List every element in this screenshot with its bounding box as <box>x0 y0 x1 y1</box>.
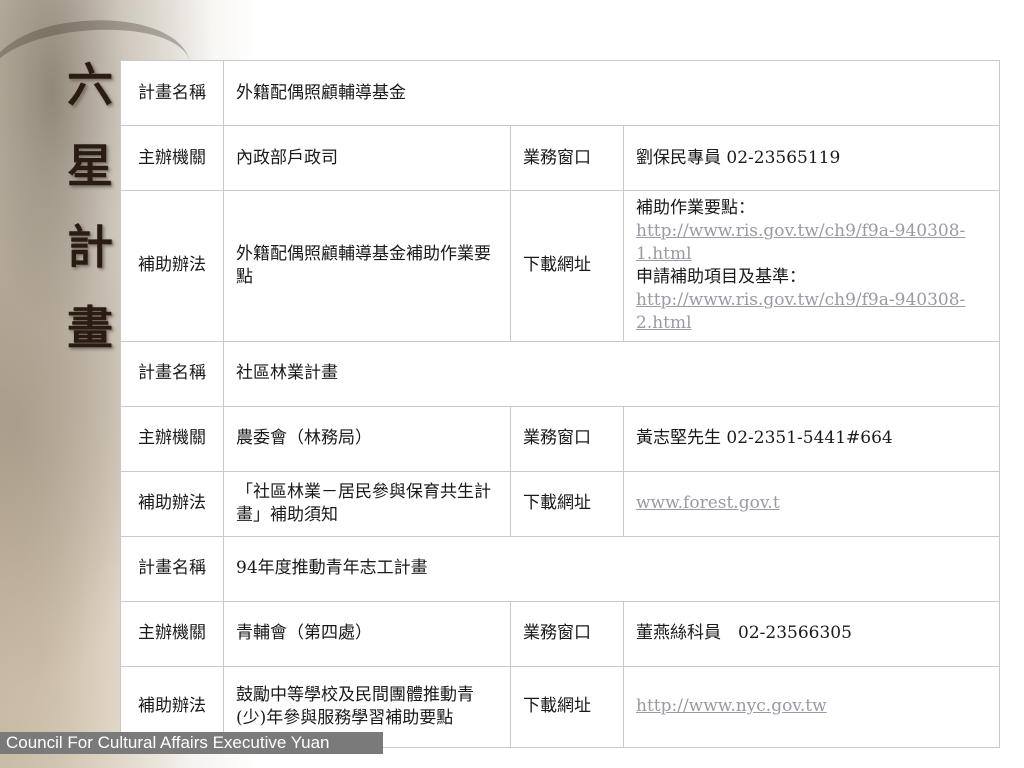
download-url: www.forest.gov.t <box>623 470 1000 537</box>
download-url: http://www.nyc.gov.tw <box>623 665 1000 748</box>
contact-window-label: 業務窗口 <box>510 125 624 191</box>
download-link[interactable]: http://www.ris.gov.tw/ch9/f9a-940308-2.h… <box>636 290 965 333</box>
title-char: 畫 <box>67 301 113 355</box>
download-url-label: 下載網址 <box>510 665 624 748</box>
download-link[interactable]: www.forest.gov.t <box>636 493 780 513</box>
title-char: 星 <box>67 139 113 193</box>
download-heading: 申請補助項目及基準： <box>636 266 806 287</box>
table-row: 補助辦法 外籍配偶照顧輔導基金補助作業要點 下載網址 補助作業要點： http:… <box>120 190 1000 342</box>
plan-name: 外籍配偶照顧輔導基金 <box>223 60 1000 126</box>
download-link[interactable]: http://www.ris.gov.tw/ch9/f9a-940308-1.h… <box>636 221 965 264</box>
vertical-title: 六 星 計 畫 <box>60 62 120 386</box>
subsidy-method-label: 補助辦法 <box>120 190 224 342</box>
subsidy-method-label: 補助辦法 <box>120 470 224 537</box>
download-url-label: 下載網址 <box>510 190 624 342</box>
organizer-label: 主辦機關 <box>120 405 224 472</box>
download-url-label: 下載網址 <box>510 470 624 537</box>
download-link[interactable]: http://www.nyc.gov.tw <box>636 696 827 716</box>
plan-name: 94年度推動青年志工計畫 <box>223 535 1000 602</box>
subsidy-method: 外籍配偶照顧輔導基金補助作業要點 <box>223 190 511 342</box>
organizer: 青輔會（第四處） <box>223 600 511 667</box>
plan-name-label: 計畫名稱 <box>120 535 224 602</box>
organizer: 內政部戶政司 <box>223 125 511 191</box>
download-heading: 補助作業要點： <box>636 198 755 218</box>
contact-window: 董燕絲科員 02-23566305 <box>623 600 1000 667</box>
table-row: 主辦機關 農委會（林務局） 業務窗口 黃志堅先生 02-2351-5441#66… <box>120 405 1000 472</box>
download-url: 補助作業要點： http://www.ris.gov.tw/ch9/f9a-94… <box>623 190 1000 342</box>
table-row: 計畫名稱 社區林業計畫 <box>120 340 1000 407</box>
organizer-label: 主辦機關 <box>120 125 224 191</box>
table-row: 補助辦法 「社區林業－居民參與保育共生計畫」補助須知 下載網址 www.fore… <box>120 470 1000 537</box>
contact-window: 劉保民專員 02-23565119 <box>623 125 1000 191</box>
plan-name-label: 計畫名稱 <box>120 340 224 407</box>
plan-name: 社區林業計畫 <box>223 340 1000 407</box>
table-row: 計畫名稱 外籍配偶照顧輔導基金 <box>120 60 1000 126</box>
table-row: 主辦機關 內政部戶政司 業務窗口 劉保民專員 02-23565119 <box>120 125 1000 191</box>
footer-bar: Council For Cultural Affairs Executive Y… <box>0 732 383 754</box>
contact-window-label: 業務窗口 <box>510 405 624 472</box>
organizer-label: 主辦機關 <box>120 600 224 667</box>
table-row: 主辦機關 青輔會（第四處） 業務窗口 董燕絲科員 02-23566305 <box>120 600 1000 667</box>
organizer: 農委會（林務局） <box>223 405 511 472</box>
plan-name-label: 計畫名稱 <box>120 60 224 126</box>
title-char: 計 <box>67 220 113 274</box>
title-char: 六 <box>67 58 113 112</box>
table-row: 計畫名稱 94年度推動青年志工計畫 <box>120 535 1000 602</box>
subsidy-method: 「社區林業－居民參與保育共生計畫」補助須知 <box>223 470 511 537</box>
plan-info-table: 計畫名稱 外籍配偶照顧輔導基金 主辦機關 內政部戶政司 業務窗口 劉保民專員 0… <box>120 60 1000 748</box>
footer-text: Council For Cultural Affairs Executive Y… <box>6 733 330 752</box>
contact-window-label: 業務窗口 <box>510 600 624 667</box>
contact-window: 黃志堅先生 02-2351-5441#664 <box>623 405 1000 472</box>
